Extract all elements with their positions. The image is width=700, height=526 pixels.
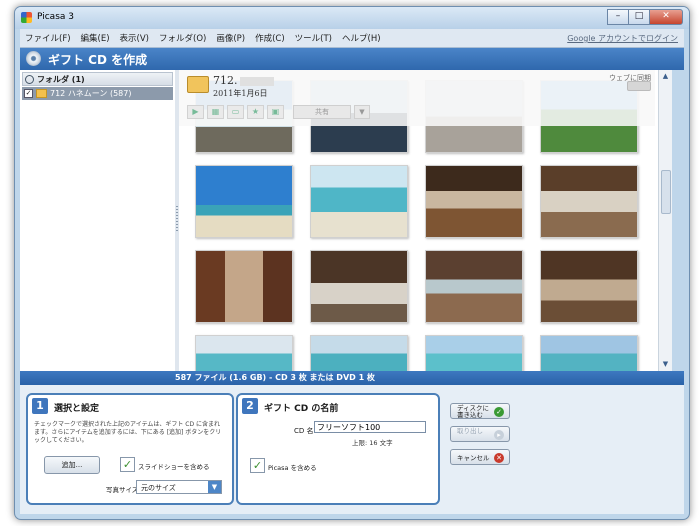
cancel-button[interactable]: キャンセル ✕ bbox=[450, 449, 510, 465]
cd-name-limit: 上限: 16 文字 bbox=[352, 439, 393, 447]
chevron-down-icon[interactable]: ▼ bbox=[208, 481, 221, 493]
window-controls: – □ ✕ bbox=[607, 9, 683, 25]
gift-cd-ribbon: ギフト CD を作成 bbox=[20, 48, 684, 70]
burn-disc-button[interactable]: ディスクに書き込む ✓ bbox=[450, 403, 510, 419]
web-sync-toggle[interactable] bbox=[627, 81, 651, 91]
step-number: 2 bbox=[242, 398, 258, 414]
close-button[interactable]: ✕ bbox=[649, 9, 683, 25]
album-folder-icon bbox=[187, 76, 209, 93]
export-label: 取り出し bbox=[457, 427, 483, 435]
folder-item-label: 712 ハネムーン (587) bbox=[50, 89, 132, 98]
cancel-label: キャンセル bbox=[457, 454, 490, 462]
album-date: 2011年1月6日 bbox=[213, 89, 268, 98]
photo-thumbnail[interactable] bbox=[310, 335, 408, 371]
scroll-down-icon[interactable]: ▼ bbox=[660, 359, 671, 370]
step-number: 1 bbox=[32, 398, 48, 414]
menu-file[interactable]: ファイル(F) bbox=[20, 32, 76, 44]
share-dropdown-icon[interactable]: ▼ bbox=[354, 105, 370, 119]
star-icon[interactable]: ★ bbox=[247, 105, 264, 119]
menu-picture[interactable]: 画像(P) bbox=[211, 32, 250, 44]
folder-icon bbox=[36, 89, 47, 98]
checkmark-icon: ✓ bbox=[494, 407, 504, 417]
splitter-grip[interactable] bbox=[176, 206, 178, 232]
photo-thumbnail[interactable] bbox=[540, 335, 638, 371]
photo-thumbnail[interactable] bbox=[310, 165, 408, 238]
cd-name-panel: 2 ギフト CD の名前 CD 名 上限: 16 文字 ✓ Picasa を含め… bbox=[236, 393, 440, 505]
photo-thumbnail[interactable] bbox=[425, 335, 523, 371]
select-settings-panel: 1 選択と設定 チェックマークで選択された上記のアイテムは、ギフト CD に含ま… bbox=[26, 393, 234, 505]
photo-thumbnail[interactable] bbox=[195, 165, 293, 238]
burn-disc-label: ディスクに書き込む bbox=[457, 404, 490, 419]
add-button[interactable]: 追加... bbox=[44, 456, 100, 474]
photo-size-label: 写真サイズ bbox=[106, 486, 139, 494]
folder-checkbox[interactable]: ✓ bbox=[24, 89, 33, 98]
photo-grid-scrollbar[interactable]: ▲ ▼ bbox=[658, 70, 672, 371]
album-info-overlay: 712. 2011年1月6日 ウェブに同期 ▶ ▦ ▭ ★ ▣ 共有 ▼ bbox=[179, 70, 655, 126]
include-slideshow-label: スライドショーを含める bbox=[138, 463, 210, 471]
photo-grid: 712. 2011年1月6日 ウェブに同期 ▶ ▦ ▭ ★ ▣ 共有 ▼ ▲ ▼ bbox=[179, 70, 672, 371]
menu-edit[interactable]: 編集(E) bbox=[76, 32, 115, 44]
panel-title: ギフト CD の名前 bbox=[264, 404, 339, 414]
folder-sidebar: フォルダ (1) ✓ 712 ハネムーン (587) bbox=[20, 70, 176, 371]
photo-thumbnail[interactable] bbox=[310, 250, 408, 323]
scroll-top-icon[interactable]: ▲ bbox=[660, 71, 671, 82]
picasa-window: Picasa 3 – □ ✕ ファイル(F) 編集(E) 表示(V) フォルダ(… bbox=[14, 6, 690, 520]
collage-icon[interactable]: ▦ bbox=[207, 105, 224, 119]
cd-name-label: CD 名 bbox=[294, 427, 314, 435]
panel-title: 選択と設定 bbox=[54, 404, 100, 414]
menu-tools[interactable]: ツール(T) bbox=[290, 32, 337, 44]
cd-name-input[interactable] bbox=[314, 421, 426, 433]
status-text: 587 ファイル (1.6 GB) - CD 3 枚 または DVD 1 枚 bbox=[175, 373, 375, 382]
photo-thumbnail[interactable] bbox=[195, 335, 293, 371]
photo-thumbnail[interactable] bbox=[540, 165, 638, 238]
folder-list-header[interactable]: フォルダ (1) bbox=[22, 72, 173, 86]
cancel-icon: ✕ bbox=[494, 453, 504, 463]
google-account-link[interactable]: Google アカウントでログイン bbox=[567, 33, 678, 44]
folder-item-honeymoon[interactable]: ✓ 712 ハネムーン (587) bbox=[22, 87, 173, 100]
search-icon bbox=[25, 74, 34, 84]
photo-thumbnail[interactable] bbox=[540, 250, 638, 323]
status-bar: 587 ファイル (1.6 GB) - CD 3 枚 または DVD 1 枚 bbox=[20, 371, 684, 385]
album-toolbar: ▶ ▦ ▭ ★ ▣ 共有 ▼ bbox=[187, 105, 370, 119]
menu-view[interactable]: 表示(V) bbox=[115, 32, 154, 44]
photo-size-select[interactable]: 元のサイズ ▼ bbox=[136, 480, 222, 494]
title-bar: Picasa 3 – □ ✕ bbox=[15, 7, 689, 29]
scrollbar-thumb[interactable] bbox=[661, 170, 671, 214]
photo-thumbnail[interactable] bbox=[425, 250, 523, 323]
menu-create[interactable]: 作成(C) bbox=[250, 32, 290, 44]
window-title: Picasa 3 bbox=[37, 12, 74, 22]
cd-icon bbox=[26, 51, 41, 66]
photo-thumbnail[interactable] bbox=[425, 165, 523, 238]
minimize-button[interactable]: – bbox=[607, 9, 628, 25]
export-button[interactable]: 取り出し ▸ bbox=[450, 426, 510, 442]
play-slideshow-icon[interactable]: ▶ bbox=[187, 105, 204, 119]
menu-help[interactable]: ヘルプ(H) bbox=[337, 32, 386, 44]
photo-size-value: 元のサイズ bbox=[141, 484, 176, 492]
maximize-button[interactable]: □ bbox=[628, 9, 649, 25]
share-button[interactable]: 共有 bbox=[293, 105, 351, 119]
export-arrow-icon: ▸ bbox=[494, 430, 504, 440]
menu-bar: ファイル(F) 編集(E) 表示(V) フォルダ(O) 画像(P) 作成(C) … bbox=[20, 29, 684, 48]
picasa-app-icon bbox=[21, 12, 32, 23]
save-icon[interactable]: ▣ bbox=[267, 105, 284, 119]
gift-cd-options: 1 選択と設定 チェックマークで選択された上記のアイテムは、ギフト CD に含ま… bbox=[20, 385, 684, 514]
movie-icon[interactable]: ▭ bbox=[227, 105, 244, 119]
photo-thumbnail[interactable] bbox=[195, 250, 293, 323]
ribbon-title: ギフト CD を作成 bbox=[48, 53, 148, 67]
folder-list-header-label: フォルダ (1) bbox=[37, 74, 85, 84]
include-slideshow-checkbox[interactable]: ✓ bbox=[120, 457, 135, 472]
menu-folder[interactable]: フォルダ(O) bbox=[154, 32, 211, 44]
panel-description: チェックマークで選択された上記のアイテムは、ギフト CD に含まれます。さらにア… bbox=[34, 421, 222, 444]
include-picasa-label: Picasa を含める bbox=[268, 464, 317, 472]
album-name[interactable]: 712. bbox=[213, 74, 274, 87]
include-picasa-checkbox[interactable]: ✓ bbox=[250, 458, 265, 473]
